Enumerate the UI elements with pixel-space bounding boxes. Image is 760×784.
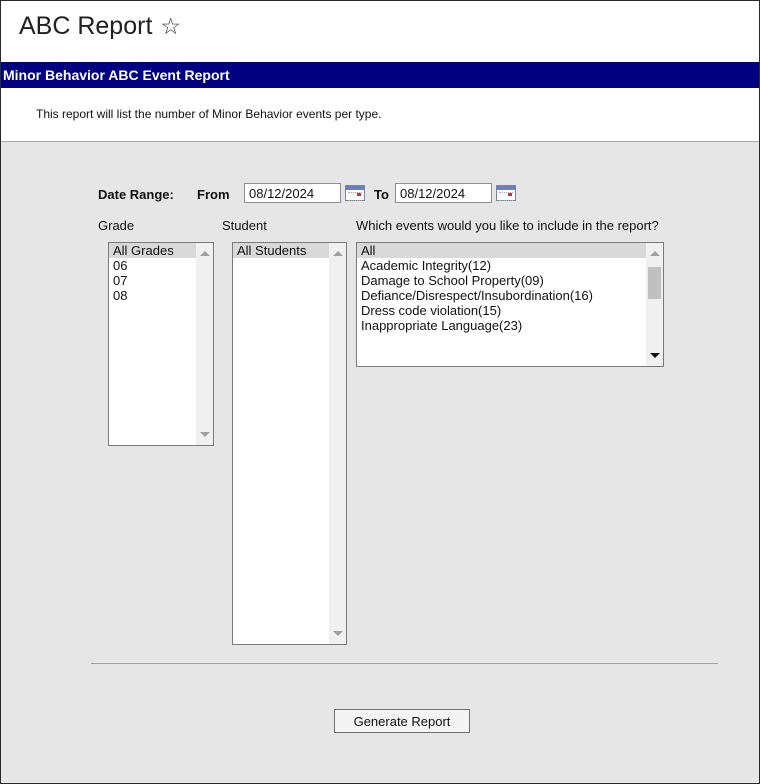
student-listbox[interactable]: All Students — [232, 242, 347, 645]
scroll-down-icon[interactable] — [650, 353, 660, 358]
event-option[interactable]: Inappropriate Language(23) — [357, 318, 663, 333]
student-label: Student — [222, 218, 267, 233]
title-row: ABC Report ☆ — [1, 1, 759, 61]
student-scrollbar[interactable] — [329, 243, 346, 644]
grade-listbox[interactable]: All Grades 06 07 08 — [108, 242, 214, 446]
star-icon[interactable]: ☆ — [160, 13, 181, 40]
events-label: Which events would you like to include i… — [356, 218, 659, 233]
event-option[interactable]: Dress code violation(15) — [357, 303, 663, 318]
event-option[interactable]: Defiance/Disrespect/Insubordination(16) — [357, 288, 663, 303]
scroll-up-icon[interactable] — [333, 251, 343, 256]
event-option[interactable]: All — [357, 243, 663, 258]
from-date-input[interactable] — [244, 183, 341, 203]
date-range-label: Date Range: — [98, 187, 174, 202]
report-window: ABC Report ☆ Minor Behavior ABC Event Rep… — [0, 0, 760, 784]
report-header-title: Minor Behavior ABC Event Report — [3, 67, 230, 83]
events-listbox[interactable]: All Academic Integrity(12) Damage to Sch… — [356, 242, 664, 367]
grade-label: Grade — [98, 218, 135, 233]
report-description: This report will list the number of Mino… — [36, 107, 382, 121]
scroll-thumb[interactable] — [648, 267, 661, 299]
report-options-panel: Date Range: From To Grade Student Which … — [1, 142, 759, 783]
events-scrollbar[interactable] — [646, 243, 663, 366]
to-label: To — [374, 187, 389, 202]
from-calendar-icon[interactable] — [345, 185, 365, 201]
scroll-up-icon[interactable] — [650, 251, 660, 256]
to-calendar-icon[interactable] — [496, 185, 516, 201]
page-title: ABC Report ☆ — [19, 12, 181, 41]
scroll-up-icon[interactable] — [200, 251, 210, 256]
to-date-input[interactable] — [395, 183, 492, 203]
scroll-down-icon[interactable] — [200, 432, 210, 437]
report-header-bar: Minor Behavior ABC Event Report — [1, 62, 759, 88]
divider — [91, 663, 718, 664]
scroll-down-icon[interactable] — [333, 631, 343, 636]
page-title-text: ABC Report — [19, 12, 153, 40]
generate-report-button[interactable]: Generate Report — [334, 709, 470, 733]
event-option[interactable]: Damage to School Property(09) — [357, 273, 663, 288]
event-option[interactable]: Academic Integrity(12) — [357, 258, 663, 273]
from-label: From — [197, 187, 230, 202]
description-area: This report will list the number of Mino… — [1, 89, 759, 142]
grade-scrollbar[interactable] — [196, 243, 213, 445]
